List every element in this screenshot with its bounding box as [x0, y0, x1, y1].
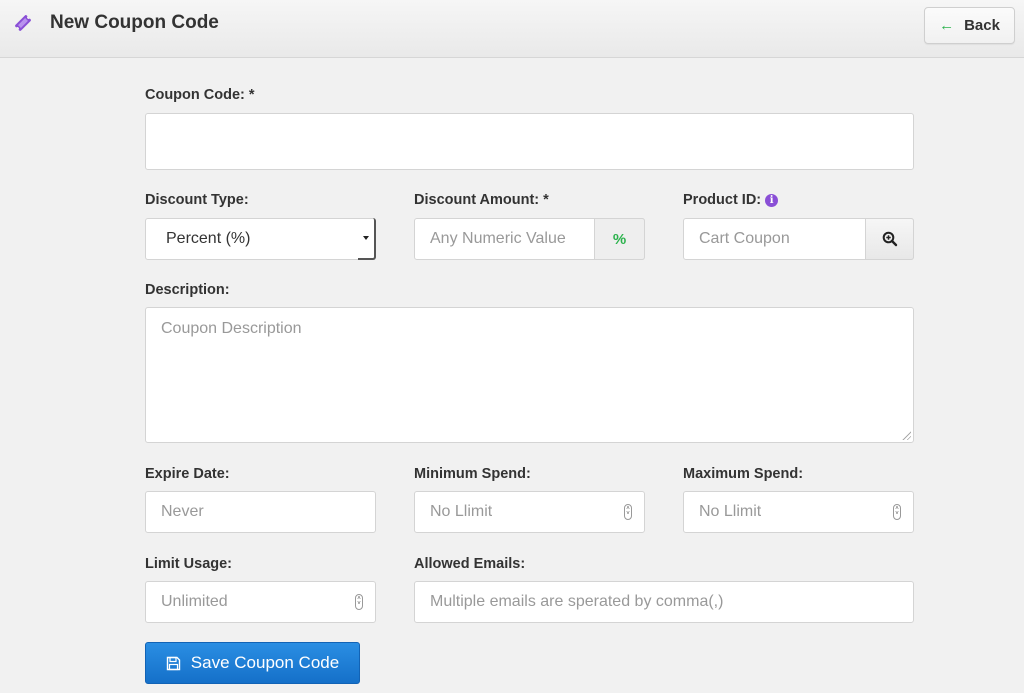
- save-button-label: Save Coupon Code: [190, 653, 340, 672]
- maximum-spend-label: Maximum Spend:: [683, 466, 804, 482]
- page-title: New Coupon Code: [50, 12, 219, 33]
- discount-type-select[interactable]: Percent (%): [145, 218, 376, 260]
- info-icon[interactable]: i: [765, 194, 779, 207]
- product-id-input[interactable]: Cart Coupon: [683, 218, 914, 260]
- floppy-disk-icon: [166, 656, 180, 670]
- minimum-spend-input[interactable]: No Llimit ˄ ˅: [414, 491, 645, 533]
- limit-usage-input[interactable]: Unlimited ˄ ˅: [145, 581, 376, 623]
- product-id-placeholder: Cart Coupon: [699, 230, 790, 247]
- resize-handle[interactable]: [901, 430, 911, 440]
- discount-amount-label: Discount Amount: *: [414, 192, 549, 208]
- page-header: New Coupon Code ← Back: [0, 0, 1024, 58]
- number-spinner-icon[interactable]: ˄ ˅: [624, 504, 632, 520]
- ticket-icon: [12, 12, 34, 34]
- minimum-spend-placeholder: No Llimit: [430, 503, 493, 520]
- back-button[interactable]: ← Back: [924, 7, 1015, 44]
- zoom-in-icon: [882, 231, 897, 247]
- save-coupon-button[interactable]: Save Coupon Code: [145, 642, 360, 684]
- limit-usage-label: Limit Usage:: [145, 556, 233, 572]
- percent-addon: %: [594, 218, 645, 260]
- allowed-emails-label: Allowed Emails:: [414, 556, 526, 572]
- limit-usage-placeholder: Unlimited: [161, 593, 228, 610]
- maximum-spend-input[interactable]: No Llimit ˄ ˅: [683, 491, 914, 533]
- arrow-left-icon: ←: [939, 17, 955, 34]
- expire-date-label: Expire Date:: [145, 466, 230, 482]
- back-button-label: Back: [964, 17, 1000, 34]
- allowed-emails-input[interactable]: Multiple emails are sperated by comma(,): [414, 581, 914, 623]
- description-placeholder: Coupon Description: [161, 320, 302, 337]
- discount-type-value: Percent (%): [166, 230, 251, 247]
- description-textarea[interactable]: Coupon Description: [145, 307, 914, 443]
- chevron-down-icon: [358, 218, 376, 260]
- coupon-code-input[interactable]: [145, 113, 914, 170]
- discount-type-label: Discount Type:: [145, 192, 249, 208]
- description-label: Description:: [145, 282, 230, 298]
- coupon-code-label: Coupon Code: *: [145, 87, 255, 103]
- allowed-emails-placeholder: Multiple emails are sperated by comma(,): [430, 593, 724, 610]
- product-search-button[interactable]: [865, 218, 914, 260]
- expire-date-input[interactable]: Never: [145, 491, 376, 533]
- product-id-label: Product ID: i: [683, 192, 779, 208]
- discount-amount-input[interactable]: Any Numeric Value %: [414, 218, 645, 260]
- discount-amount-placeholder: Any Numeric Value: [430, 230, 566, 247]
- expire-date-placeholder: Never: [161, 503, 204, 520]
- number-spinner-icon[interactable]: ˄ ˅: [355, 594, 363, 610]
- minimum-spend-label: Minimum Spend:: [414, 466, 531, 482]
- maximum-spend-placeholder: No Llimit: [699, 503, 762, 520]
- number-spinner-icon[interactable]: ˄ ˅: [893, 504, 901, 520]
